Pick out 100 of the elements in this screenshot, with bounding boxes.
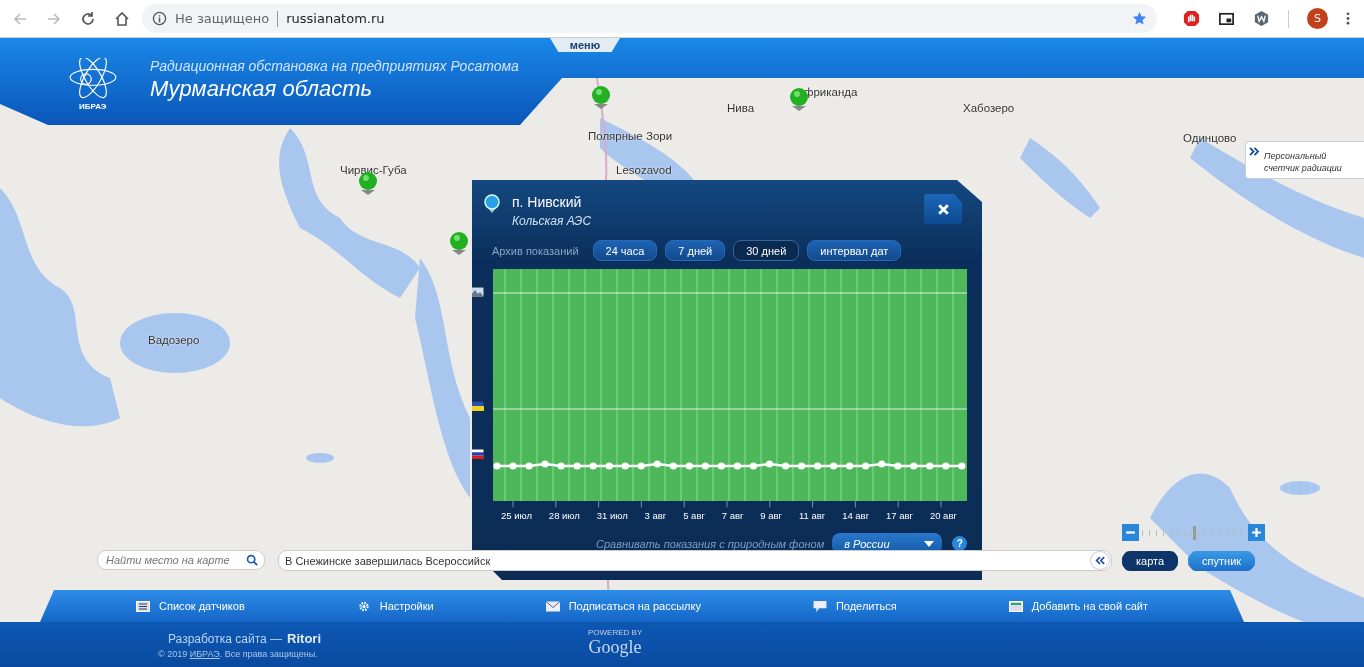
list-icon bbox=[136, 600, 150, 612]
zoom-out-button[interactable] bbox=[1122, 524, 1139, 541]
place-label: фриканда bbox=[804, 86, 858, 98]
reading-point[interactable] bbox=[765, 460, 774, 468]
map-type-tab[interactable]: спутник bbox=[1188, 551, 1256, 571]
reading-point[interactable] bbox=[653, 460, 661, 468]
place-label: Вадозеро bbox=[148, 334, 200, 346]
stop-hand-icon[interactable] bbox=[1183, 10, 1200, 27]
region-title: Мурманская область bbox=[150, 76, 374, 102]
reading-point[interactable] bbox=[493, 462, 501, 470]
zoom-in-button[interactable] bbox=[1248, 524, 1265, 541]
place-label: Чирвис-Губа bbox=[340, 164, 407, 176]
reading-point[interactable] bbox=[557, 462, 565, 470]
range-tab[interactable]: интервал дат bbox=[807, 240, 902, 261]
w-badge-icon[interactable] bbox=[1253, 10, 1270, 27]
double-chevron-icon[interactable] bbox=[1090, 551, 1110, 570]
reading-point[interactable] bbox=[669, 462, 677, 470]
reading-point[interactable] bbox=[525, 462, 533, 470]
forward-icon[interactable] bbox=[46, 10, 62, 27]
location-pin-icon bbox=[484, 194, 500, 214]
profile-avatar[interactable]: S bbox=[1307, 8, 1328, 29]
reading-point[interactable] bbox=[781, 462, 790, 470]
reading-point[interactable] bbox=[621, 462, 629, 470]
search-icon[interactable] bbox=[246, 554, 258, 566]
date-tick-label: 3 авг bbox=[644, 510, 667, 521]
security-status: Не защищено bbox=[175, 11, 270, 26]
back-icon[interactable] bbox=[12, 10, 28, 27]
date-tick-label: 20 авг bbox=[929, 510, 957, 521]
reading-point[interactable] bbox=[685, 462, 693, 470]
place-name: п. Нивский bbox=[512, 194, 583, 210]
footer-link[interactable]: Добавить на свой сайт bbox=[1002, 599, 1154, 613]
footer-link[interactable]: Поделиться bbox=[806, 599, 903, 613]
reading-point[interactable] bbox=[797, 462, 806, 470]
place-label: Одинцово bbox=[1183, 132, 1237, 144]
copyright-text: © 2019 ИБРАЭ. Все права защищены. bbox=[158, 648, 319, 659]
reading-point[interactable] bbox=[749, 462, 758, 470]
chevron-icon bbox=[1248, 145, 1260, 157]
range-tab[interactable]: 30 дней bbox=[733, 240, 800, 261]
search-field[interactable]: Найти место на карте bbox=[97, 550, 265, 570]
reading-point[interactable] bbox=[830, 462, 838, 470]
close-icon bbox=[936, 202, 950, 216]
address-bar[interactable]: Не защищено russianatom.ru bbox=[142, 4, 1157, 33]
date-tick-label: 11 авг bbox=[798, 510, 826, 521]
reading-point[interactable] bbox=[878, 460, 886, 468]
dropdown-caret-icon bbox=[924, 540, 935, 547]
close-button[interactable] bbox=[924, 194, 962, 224]
footer-link[interactable]: Подписаться на рассылку bbox=[539, 599, 707, 613]
reading-point[interactable] bbox=[926, 462, 934, 470]
reload-icon[interactable] bbox=[80, 10, 96, 27]
footer-link[interactable]: Настройки bbox=[350, 599, 440, 613]
reading-point[interactable] bbox=[733, 462, 742, 470]
place-label: Нива bbox=[727, 102, 755, 114]
reading-point[interactable] bbox=[814, 462, 822, 470]
range-tab[interactable]: 24 часа bbox=[592, 240, 658, 261]
plus-icon bbox=[1251, 527, 1262, 538]
place-label: Lesozavod bbox=[616, 164, 672, 176]
reading-point[interactable] bbox=[589, 462, 597, 470]
reading-point[interactable] bbox=[605, 462, 613, 470]
place-label: Полярные Зори bbox=[588, 130, 673, 142]
lake bbox=[306, 453, 334, 463]
developer-link[interactable]: Ritori bbox=[287, 630, 321, 646]
reading-point[interactable] bbox=[509, 462, 517, 470]
reading-point[interactable] bbox=[894, 462, 902, 470]
range-tab[interactable]: 7 дней bbox=[665, 240, 726, 261]
speech-bubble-icon bbox=[812, 600, 827, 612]
reading-point[interactable] bbox=[701, 462, 709, 470]
map-type-tab[interactable]: карта bbox=[1122, 551, 1179, 571]
reading-point[interactable] bbox=[717, 462, 725, 470]
envelope-icon bbox=[545, 600, 560, 612]
home-icon[interactable] bbox=[114, 10, 130, 27]
date-tick-label: 14 авг bbox=[842, 510, 870, 521]
zoom-slider-thumb[interactable] bbox=[1192, 525, 1196, 540]
info-icon[interactable] bbox=[152, 11, 167, 26]
footer-link[interactable]: Список датчиков bbox=[130, 599, 251, 613]
date-tick-label: 9 авг bbox=[760, 510, 783, 521]
date-tick-label: 28 июл bbox=[548, 510, 580, 521]
window-icon bbox=[1008, 600, 1023, 612]
reading-point[interactable] bbox=[541, 460, 549, 468]
place-label: Хабозеро bbox=[963, 102, 1015, 114]
date-tick-label: 5 авг bbox=[683, 510, 705, 521]
map-pin-icon[interactable] bbox=[591, 85, 611, 111]
compare-label: Сравнивать показания с природным фоном bbox=[596, 537, 825, 550]
bookmark-star-icon[interactable] bbox=[1132, 11, 1147, 26]
personal-counter-button[interactable]: Персональный счетчик радиации bbox=[1245, 141, 1364, 179]
reading-point[interactable] bbox=[573, 462, 581, 470]
map-pin-icon[interactable] bbox=[449, 231, 469, 257]
reading-point[interactable] bbox=[637, 462, 645, 470]
news-headline[interactable]: В Снежинске завершилась Всероссийск bbox=[285, 554, 1090, 567]
menu-tab[interactable]: меню bbox=[550, 38, 620, 52]
reading-point[interactable] bbox=[958, 462, 966, 470]
powered-by-label: POWERED BY bbox=[588, 627, 643, 637]
reading-point[interactable] bbox=[846, 462, 854, 470]
google-logo-text: Google bbox=[588, 636, 642, 658]
picture-in-picture-icon[interactable] bbox=[1218, 10, 1235, 27]
menu-icon[interactable] bbox=[1346, 11, 1350, 26]
organization-link[interactable]: ИБРАЭ bbox=[189, 648, 220, 659]
reading-point[interactable] bbox=[942, 462, 950, 470]
reading-point[interactable] bbox=[862, 462, 870, 470]
reading-point[interactable] bbox=[910, 462, 918, 470]
date-tick-label: 17 авг bbox=[886, 510, 914, 521]
